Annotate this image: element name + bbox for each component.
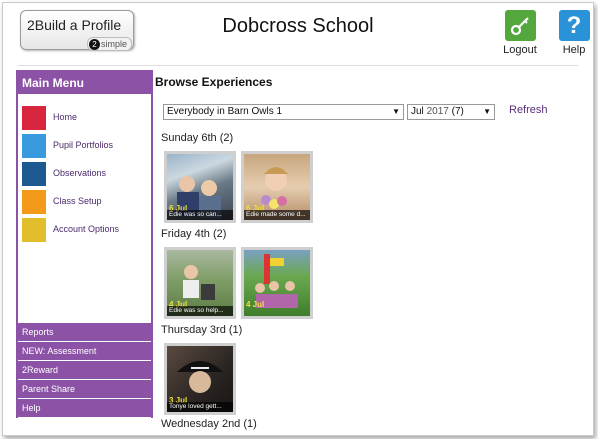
group-select[interactable]: Everybody in Barn Owls 1 ▼ (163, 104, 404, 120)
header-divider (18, 65, 578, 66)
menu-item-label: Account Options (53, 224, 120, 234)
experience-thumbnail[interactable]: 3 Jul Tonye loved gett... (164, 343, 236, 415)
day-heading: Thursday 3rd (1) (161, 324, 243, 336)
thumbnail-caption: Edie made some d... (244, 210, 310, 220)
observations-tile-icon (22, 162, 46, 186)
question-mark-icon: ? (558, 10, 590, 41)
menu-item-class-setup[interactable]: Class Setup (22, 190, 147, 214)
experience-thumbnail[interactable]: 4 Jul (241, 247, 313, 319)
menu-item-pupil-portfolios[interactable]: Pupil Portfolios (22, 134, 147, 158)
menu-item-home[interactable]: Home (22, 106, 147, 130)
thumbnail-caption: Tonye loved gett... (167, 402, 233, 412)
menu-item-label: Home (53, 112, 78, 122)
experience-thumbnail[interactable]: 4 Jul Edie was so help... (164, 247, 236, 319)
day-heading: Friday 4th (2) (161, 228, 227, 240)
day-heading: Sunday 6th (2) (161, 132, 234, 144)
main-menu-title: Main Menu (18, 72, 151, 94)
thumbnail-caption: Edie was so can... (167, 210, 233, 220)
experience-thumbnail[interactable]: 6 Jul Edie was so can... (164, 151, 236, 223)
month-select-count: (7) (451, 106, 464, 117)
menu-link-help[interactable]: Help (18, 399, 151, 418)
chevron-down-icon: ▼ (483, 107, 491, 116)
menu-link-reports[interactable]: Reports (18, 323, 151, 342)
menu-link-parent-share[interactable]: Parent Share (18, 380, 151, 399)
thumbnail-date: 4 Jul (246, 300, 265, 309)
logout-label: Logout (503, 44, 537, 56)
menu-item-label: Pupil Portfolios (53, 140, 114, 150)
class-setup-tile-icon (22, 190, 46, 214)
menu-item-label: Observations (53, 168, 107, 178)
help-label: Help (562, 44, 586, 56)
menu-item-label: Class Setup (53, 196, 102, 206)
help-button[interactable]: ? Help (554, 10, 593, 56)
main-menu: Main Menu Home Pupil Portfolios Observat… (16, 70, 153, 418)
portfolios-tile-icon (22, 134, 46, 158)
month-select-year: 2017 (426, 106, 449, 117)
secondary-menu: Reports NEW: Assessment 2Reward Parent S… (18, 323, 151, 418)
group-select-value: Everybody in Barn Owls 1 (167, 106, 283, 117)
browse-experiences-heading: Browse Experiences (155, 75, 273, 89)
menu-link-assessment[interactable]: NEW: Assessment (18, 342, 151, 361)
chevron-down-icon: ▼ (392, 107, 400, 116)
home-tile-icon (22, 106, 46, 130)
refresh-link[interactable]: Refresh (509, 104, 548, 116)
menu-item-account-options[interactable]: Account Options (22, 218, 147, 242)
menu-item-observations[interactable]: Observations (22, 162, 147, 186)
month-select-month: Jul (411, 106, 424, 117)
thumbnail-caption: Edie was so help... (167, 306, 233, 316)
key-icon (504, 10, 536, 41)
logo-badge: 2 simple (87, 37, 133, 51)
logo-badge-mark: 2 (89, 39, 100, 50)
day-heading: Wednesday 2nd (1) (161, 418, 257, 430)
menu-link-2reward[interactable]: 2Reward (18, 361, 151, 380)
logout-button[interactable]: Logout (500, 10, 540, 56)
logo-badge-text: simple (101, 39, 128, 49)
month-select[interactable]: Jul 2017 (7) ▼ (407, 104, 495, 120)
account-options-tile-icon (22, 218, 46, 242)
experience-thumbnail[interactable]: 6 Jul Edie made some d... (241, 151, 313, 223)
app-window: 2Build a Profile 2 simple Dobcross School… (2, 2, 594, 436)
